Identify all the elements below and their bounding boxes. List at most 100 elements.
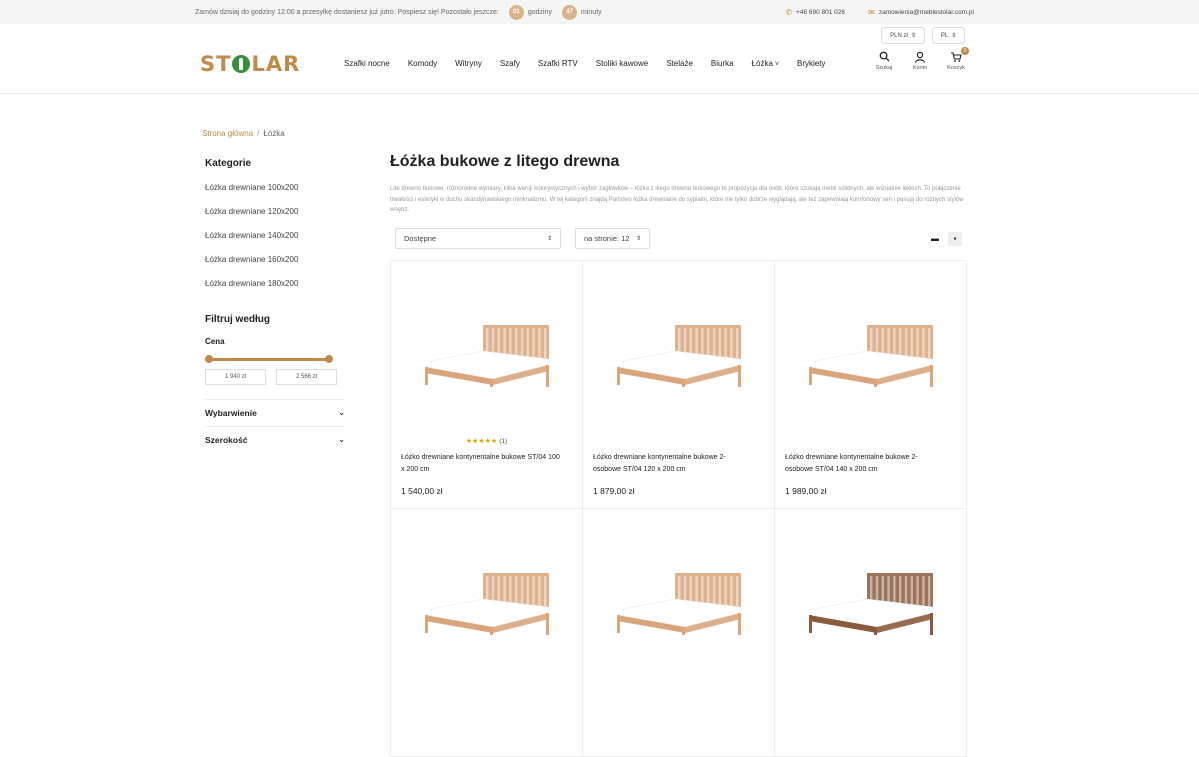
promo-text: Zamów dzisiaj do godziny 12:00 a przesył… bbox=[195, 8, 499, 16]
phone-contact[interactable]: ✆ +48 690 801 026 bbox=[785, 8, 845, 17]
currency-select[interactable]: PLN zł bbox=[881, 27, 925, 44]
accordion-label: Wybarwienie bbox=[205, 408, 257, 418]
nav-item-stoliki-kawowe[interactable]: Stoliki kawowe bbox=[596, 59, 648, 68]
list-view-icon[interactable]: ▬ bbox=[928, 232, 942, 246]
categories-title: Kategorie bbox=[205, 158, 252, 169]
review-count: (1) bbox=[499, 437, 508, 445]
price-range-slider[interactable] bbox=[205, 354, 333, 364]
nav-item-komody[interactable]: Komody bbox=[408, 59, 437, 68]
sidebar: Kategorie Łóżka drewniane 100x200 Łóżka … bbox=[205, 158, 345, 453]
product-name[interactable]: Łóżko drewniane kontynentalne bukowe 2-o… bbox=[785, 452, 945, 476]
price-filter-label: Cena bbox=[205, 337, 225, 346]
per-page-select[interactable]: na stronie: 12 bbox=[575, 228, 650, 249]
category-description: Lite drewno bukowe, różnorodne wymiary, … bbox=[390, 186, 964, 213]
product-price: 1 540,00 zł bbox=[401, 485, 443, 496]
search-icon bbox=[879, 51, 890, 65]
minutes-label: minuty bbox=[581, 8, 602, 16]
chevron-down-icon: ⌄ bbox=[338, 408, 345, 417]
breadcrumb: Strona główna / Łóżka bbox=[202, 129, 285, 138]
category-link[interactable]: Łóżka drewniane 140x200 bbox=[205, 231, 345, 240]
logo-leaf-icon bbox=[232, 55, 251, 73]
product-card[interactable]: Łóżko drewniane kontynentalne bukowe 2-o… bbox=[583, 260, 775, 509]
grid-view-icon[interactable]: ▪ bbox=[948, 231, 962, 246]
product-grid: ★★★★★ (1) Łóżko drewniane kontynentalne … bbox=[390, 259, 967, 757]
cart-icon bbox=[950, 51, 962, 65]
phone-icon: ✆ bbox=[785, 7, 793, 17]
slider-min-handle[interactable] bbox=[205, 355, 213, 363]
logo[interactable]: ST LAR bbox=[200, 52, 300, 76]
phone-number: +48 690 801 026 bbox=[796, 8, 845, 16]
category-link[interactable]: Łóżka drewniane 180x200 bbox=[205, 279, 345, 288]
sort-value: Dostępne bbox=[404, 234, 437, 243]
delivery-promo: Zamów dzisiaj do godziny 12:00 a przesył… bbox=[195, 4, 602, 20]
hours-badge: 01 bbox=[508, 4, 524, 20]
filter-accordion-width[interactable]: Szerokość ⌄ bbox=[205, 426, 345, 453]
locale-selectors: PLN zł PL bbox=[881, 27, 965, 44]
product-card[interactable]: ★★★★★ (1) Łóżko drewniane kontynentalne … bbox=[391, 260, 583, 509]
listing-toolbar: Dostępne na stronie: 12 ▬ ▪ bbox=[390, 228, 966, 250]
nav-item-szafki-nocne[interactable]: Szafki nocne bbox=[344, 59, 390, 68]
nav-item-lozka[interactable]: Łóżka bbox=[752, 59, 779, 68]
email-contact[interactable]: ✉ zamowienia@meblestolar.com.pl bbox=[868, 8, 974, 17]
breadcrumb-current: Łóżka bbox=[263, 129, 285, 138]
product-image[interactable] bbox=[615, 571, 745, 635]
product-name[interactable]: Łóżko drewniane kontynentalne bukowe ST/… bbox=[401, 452, 561, 476]
category-link[interactable]: Łóżka drewniane 100x200 bbox=[205, 183, 345, 192]
cart-label: Koszyk bbox=[947, 65, 965, 71]
nav-item-brykiety[interactable]: Brykiety bbox=[797, 59, 825, 68]
category-link[interactable]: Łóżka drewniane 120x200 bbox=[205, 207, 345, 216]
breadcrumb-separator: / bbox=[257, 129, 260, 138]
rating-stars: ★★★★★ bbox=[465, 437, 498, 445]
search-button[interactable]: Szukaj bbox=[873, 51, 895, 71]
product-card[interactable] bbox=[775, 508, 967, 757]
product-image[interactable] bbox=[615, 323, 745, 387]
email-address: zamowienia@meblestolar.com.pl bbox=[878, 8, 974, 16]
product-image[interactable] bbox=[807, 571, 937, 635]
price-max-field[interactable]: 2 566 zł bbox=[276, 369, 337, 385]
slider-max-handle[interactable] bbox=[325, 355, 333, 363]
filter-title: Filtruj według bbox=[205, 314, 270, 325]
site-header: STLAR PLN zł PL Szafki nocne Komody Witr… bbox=[0, 24, 1199, 94]
nav-item-szafy[interactable]: Szafy bbox=[500, 59, 520, 68]
accordion-label: Szerokość bbox=[205, 435, 248, 445]
price-min-field[interactable]: 1 940 zł bbox=[205, 369, 266, 385]
product-listing: Łóżka bukowe z litego drewna Lite drewno… bbox=[390, 153, 967, 757]
nav-item-biurka[interactable]: Biurka bbox=[711, 59, 734, 68]
sort-select[interactable]: Dostępne bbox=[395, 228, 561, 249]
search-label: Szukaj bbox=[875, 65, 893, 71]
breadcrumb-home[interactable]: Strona główna bbox=[202, 129, 253, 138]
category-link[interactable]: Łóżka drewniane 160x200 bbox=[205, 255, 345, 264]
product-card[interactable] bbox=[391, 508, 583, 757]
filter-accordion-color[interactable]: Wybarwienie ⌄ bbox=[205, 399, 345, 426]
language-select[interactable]: PL bbox=[932, 27, 965, 44]
page-title: Łóżka bukowe z litego drewna bbox=[390, 153, 620, 170]
per-page-value: na stronie: 12 bbox=[584, 234, 630, 243]
account-button[interactable]: Konto bbox=[909, 51, 931, 71]
product-image[interactable] bbox=[423, 571, 553, 635]
product-image[interactable] bbox=[423, 323, 553, 387]
nav-item-witryny[interactable]: Witryny bbox=[455, 59, 482, 68]
product-image[interactable] bbox=[807, 323, 937, 387]
product-name[interactable]: Łóżko drewniane kontynentalne bukowe 2-o… bbox=[593, 452, 753, 476]
chevron-down-icon: ⌄ bbox=[338, 435, 345, 444]
top-info-bar: Zamów dzisiaj do godziny 12:00 a przesył… bbox=[0, 0, 1199, 24]
minutes-badge: 47 bbox=[562, 4, 578, 20]
price-inputs: 1 940 zł 2 566 zł bbox=[205, 369, 345, 385]
header-icons: Szukaj Konto 0 Koszyk bbox=[873, 47, 969, 71]
view-toggle: ▬ ▪ bbox=[928, 231, 962, 246]
product-card[interactable]: Łóżko drewniane kontynentalne bukowe 2-o… bbox=[775, 260, 967, 509]
nav-item-stelaze[interactable]: Stelaże bbox=[666, 59, 693, 68]
nav-item-szafki-rtv[interactable]: Szafki RTV bbox=[538, 59, 578, 68]
hours-label: godziny bbox=[527, 8, 553, 16]
product-price: 1 989,00 zł bbox=[785, 485, 827, 496]
main-nav: Szafki nocne Komody Witryny Szafy Szafki… bbox=[344, 59, 843, 68]
slider-track bbox=[207, 358, 331, 361]
cart-count-badge: 0 bbox=[961, 47, 969, 55]
mail-icon: ✉ bbox=[868, 7, 875, 17]
user-icon bbox=[914, 51, 926, 65]
account-label: Konto bbox=[912, 65, 928, 71]
product-price: 1 879,00 zł bbox=[593, 485, 635, 496]
cart-button[interactable]: 0 Koszyk bbox=[945, 47, 969, 71]
product-rating: ★★★★★ (1) bbox=[391, 437, 582, 445]
product-card[interactable] bbox=[583, 508, 775, 757]
